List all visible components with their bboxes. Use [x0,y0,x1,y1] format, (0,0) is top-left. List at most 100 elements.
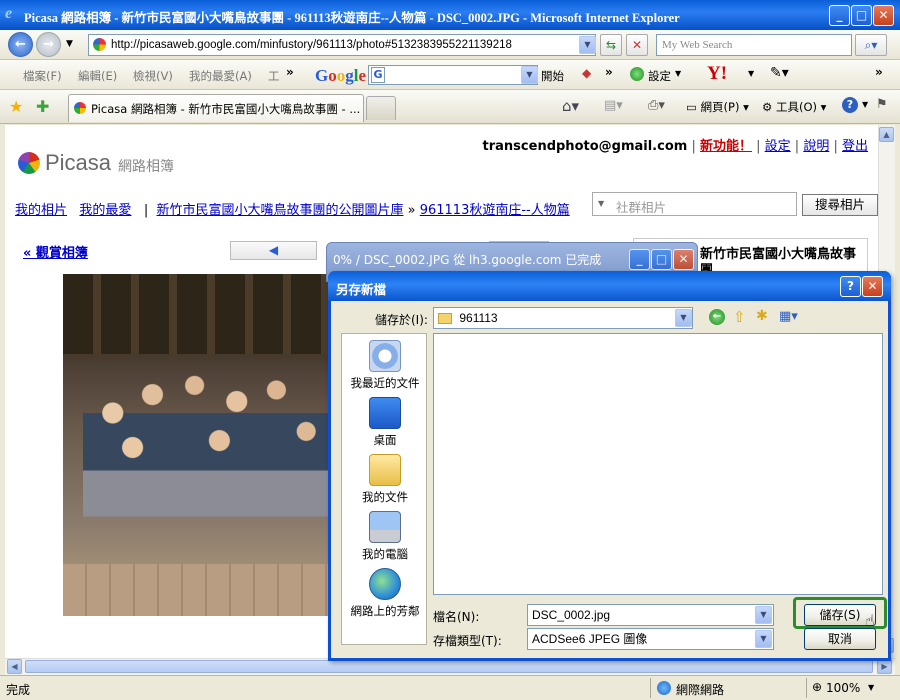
status-divider [650,678,651,698]
internet-zone-icon [657,681,671,695]
community-search-placeholder: 社群相片 [616,200,667,215]
filename-input[interactable]: DSC_0002.jpg [527,604,774,626]
google-start-button[interactable]: 開始 [541,68,564,84]
place-my-computer[interactable]: 我的電腦 [342,511,428,562]
close-button[interactable]: ✕ [873,5,894,26]
minimize-button[interactable]: _ [829,5,850,26]
google-settings-button[interactable]: 設定 [648,68,671,84]
research-icon[interactable]: ⚑ [876,97,888,112]
zoom-dropdown-icon[interactable]: ▼ [868,683,874,692]
menu-file[interactable]: 檔案(F) [23,68,62,84]
up-folder-icon[interactable]: ⇧ [733,308,746,326]
address-input[interactable]: http://picasaweb.google.com/minfustory/9… [88,34,596,56]
settings-dropdown-icon[interactable]: ▼ [675,69,681,78]
new-tab-button[interactable] [366,96,396,120]
place-desktop[interactable]: 桌面 [342,397,428,448]
back-to-album-link[interactable]: « 觀賞相簿 [23,242,88,261]
google-search-input[interactable]: G [368,65,538,85]
community-search-dropdown-icon[interactable]: ▼ [598,199,604,208]
view-menu-icon[interactable]: ▦▾ [779,309,798,324]
pencil-icon[interactable]: ✎▾ [770,65,789,81]
google-dropdown-icon[interactable]: ▼ [521,66,538,84]
scroll-up-button[interactable]: ▲ [879,127,894,142]
page-menu-button[interactable]: ▭ 網頁(P) ▾ [686,99,749,115]
bookmark-icon[interactable]: ◆ [582,66,591,80]
tools-menu-button[interactable]: ⚙ 工具(O) ▾ [762,99,826,115]
previous-photo-button[interactable]: ◀ [230,241,317,260]
stop-button[interactable]: ✕ [626,34,648,56]
download-maximize-button[interactable]: □ [651,249,672,270]
home-icon[interactable]: ⌂▾ [562,97,579,115]
place-network[interactable]: 網路上的芳鄰 [342,568,428,619]
back-button[interactable]: ← [8,32,33,57]
save-in-label: 儲存於(I): [375,313,428,327]
menu-edit[interactable]: 編輯(E) [78,68,117,84]
new-folder-icon[interactable]: ✱ [756,308,768,324]
picasa-logo-subtitle: 網路相簿 [118,159,174,175]
address-dropdown-icon[interactable]: ▼ [579,36,596,54]
horizontal-scroll-thumb[interactable] [25,660,873,673]
ie-logo-icon: e [5,5,13,22]
yahoo-logo-icon[interactable]: Y! [707,63,727,85]
cancel-button[interactable]: 取消 [804,628,876,650]
feeds-icon[interactable]: ▤▾ [604,98,623,113]
zoom-level[interactable]: 100% [826,681,860,695]
album-link[interactable]: 961113秋遊南庄--人物篇 [420,203,570,218]
my-photos-link[interactable]: 我的相片 [15,203,67,218]
picasa-logo-text: Picasa [45,150,112,175]
status-text: 完成 [6,683,31,697]
new-features-link[interactable]: 新功能！ [700,139,752,154]
zoom-icon[interactable]: ⊕ [812,680,822,694]
print-icon[interactable]: ⎙▾ [648,98,665,113]
photo-display[interactable] [63,274,331,616]
save-in-dropdown-icon[interactable]: ▼ [675,309,692,327]
refresh-button[interactable]: ⇆ [600,34,622,56]
save-in-combo[interactable]: 961113 [433,307,693,329]
help-icon[interactable]: ? [842,97,858,113]
web-search-input[interactable]: My Web Search [656,34,852,56]
add-favorite-icon[interactable]: ✚ [36,97,49,116]
download-minimize-button[interactable]: _ [629,249,650,270]
save-dialog-title-bar: 另存新檔 ? ✕ [328,271,891,301]
download-close-button[interactable]: ✕ [673,249,694,270]
help-dropdown-icon[interactable]: ▼ [862,100,868,109]
scroll-left-button[interactable]: ◀ [7,659,22,674]
place-network-label: 網路上的芳鄰 [350,604,420,618]
menu-tools[interactable]: 工 [268,68,280,84]
favorites-link[interactable]: 我的最愛 [79,203,131,218]
file-list-view[interactable] [433,333,883,595]
search-icon[interactable]: ⌕▾ [855,34,887,56]
page-menu-label: 網頁(P) [700,100,740,114]
recent-documents-icon [369,340,401,372]
place-my-documents[interactable]: 我的文件 [342,454,428,505]
history-dropdown-icon[interactable]: ▼ [66,39,73,49]
back-folder-icon[interactable]: ← [709,309,725,325]
menu-favorites[interactable]: 我的最愛(A) [189,68,252,84]
filetype-select[interactable]: ACDSee6 JPEG 圖像 [527,628,774,650]
filetype-dropdown-icon[interactable]: ▼ [755,630,772,648]
settings-link[interactable]: 設定 [765,139,791,154]
photo-background-pillars [63,274,331,354]
tab-bar: ★ ✚ Picasa 網路相簿 - 新竹市民富國小大嘴鳥故事團 - ... ⌂▾… [0,90,900,124]
help-link[interactable]: 說明 [803,139,829,154]
yahoo-dropdown-icon[interactable]: ▼ [748,69,754,78]
place-recent[interactable]: 我最近的文件 [342,340,428,391]
forward-button[interactable]: → [36,32,61,57]
tab-picasa[interactable]: Picasa 網路相簿 - 新竹市民富國小大嘴鳥故事團 - ... [68,94,364,122]
filename-dropdown-icon[interactable]: ▼ [755,606,772,624]
search-photos-button[interactable]: 搜尋相片 [802,194,878,216]
community-search-box[interactable]: ▼ 社群相片 [592,192,797,216]
menu-overflow-icon[interactable]: » [286,65,294,79]
maximize-button[interactable]: □ [851,5,872,26]
gallery-link[interactable]: 新竹市民富國小大嘴鳥故事團的公開圖片庫 [156,203,403,218]
save-dialog-help-button[interactable]: ? [840,276,861,297]
save-in-value: 961113 [459,311,498,325]
menu-view[interactable]: 檢視(V) [133,68,173,84]
toolbar-overflow-icon[interactable]: » [605,65,613,79]
browser-window-title: Picasa 網路相簿 - 新竹市民富國小大嘴鳥故事團 - 961113秋遊南庄… [24,11,680,25]
yahoo-overflow-icon[interactable]: » [875,65,883,79]
logout-link[interactable]: 登出 [842,139,868,154]
save-dialog-close-button[interactable]: ✕ [862,276,883,297]
favorites-star-icon[interactable]: ★ [9,97,23,116]
scroll-right-button[interactable]: ▶ [877,659,892,674]
